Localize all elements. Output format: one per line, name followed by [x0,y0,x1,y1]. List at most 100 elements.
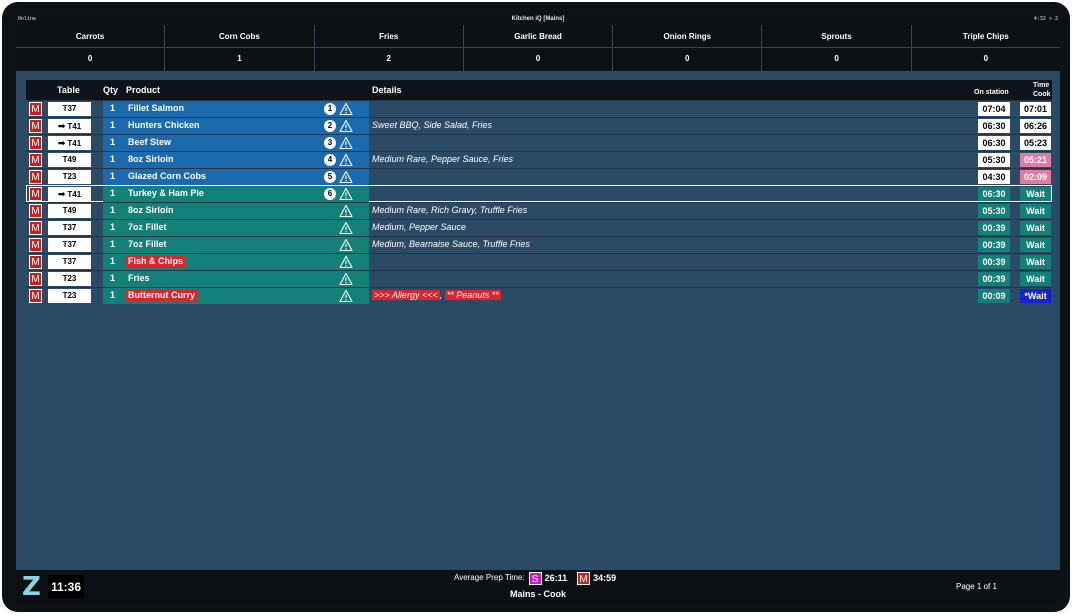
order-row[interactable]: M T37 1 Fish & Chips 00:39 Wait [26,253,1052,270]
warning-icon[interactable] [339,136,353,150]
menu-badge: M [29,255,42,269]
table-number: T37 [48,255,91,269]
quantity: 1 [110,239,116,249]
warning-icon[interactable] [339,102,353,116]
cook-time[interactable]: 05:21 [1020,153,1051,167]
table-label: T37 [62,104,77,113]
on-station-time: 06:30 [978,187,1010,201]
table-number: T49 [48,204,91,218]
s-prep-time: 26:11 [544,573,568,583]
on-station-time: 07:04 [978,102,1010,116]
order-row[interactable]: M ➡ T41 1 Hunters Chicken 2 Sweet BBQ, Side Sa… [26,117,1052,134]
cook-time[interactable]: 06:26 [1020,119,1051,133]
summary-cell[interactable]: Corn Cobs 1 [164,25,314,71]
average-prep-time: Average Prep Time: S 26:11 M 34:59 [454,571,616,585]
order-row[interactable]: M T49 1 8oz Sirloin 4 Medium Rare, Pepper Sau… [26,151,1052,168]
header-cook: Cook [1033,91,1051,98]
table-label: T49 [62,206,77,215]
table-number: ➡ T41 [48,136,91,150]
cook-time[interactable]: Wait [1020,187,1051,201]
on-station-time: 04:30 [978,170,1010,184]
summary-cell[interactable]: Carrots 0 [16,25,165,71]
station-name: Mains - Cook [509,589,566,599]
product-name: 8oz Sirloin [128,154,174,164]
menu-badge: M [29,170,42,184]
top-bar: Online Kitchen iQ [Mains] 4:32 > 2 [16,14,1060,24]
table-label: T41 [67,139,82,148]
warning-icon[interactable] [339,272,353,286]
summary-cell[interactable]: Triple Chips 0 [910,25,1060,71]
cook-time[interactable]: Wait [1020,204,1051,218]
cook-time[interactable]: Wait [1020,238,1051,252]
order-details: Sweet BBQ, Side Salad, Fries [372,120,493,130]
order-row[interactable]: M T37 1 Fillet Salmon 1 07:04 07:01 [26,100,1052,117]
order-details: Medium Rare, Rich Gravy, Truffle Fries [372,205,528,215]
summary-cell[interactable]: Sprouts 0 [761,25,911,71]
summary-product-count: 2 [386,54,391,63]
table-label: T41 [67,190,82,199]
quantity: 1 [110,188,116,198]
sequence-number: 4 [324,154,336,166]
quantity: 1 [110,273,116,283]
on-station-time: 05:30 [978,204,1010,218]
orders-header: Table Qty Product Details On station Tim… [26,80,1052,100]
product-name: Fries [128,273,150,283]
quantity: 1 [110,222,116,232]
on-station-time: 00:39 [978,272,1010,286]
cook-time[interactable]: Wait [1020,221,1051,235]
header-details: Details [372,85,402,95]
transfer-arrow-icon: ➡ [57,138,66,148]
cook-time[interactable]: Wait [1020,272,1051,286]
product-name: Beef Stew [128,137,172,147]
table-label: T23 [62,291,77,300]
table-number: T37 [48,238,91,252]
order-row[interactable]: M ➡ T41 1 Beef Stew 3 06:30 05:23 [26,134,1052,151]
orders-panel: Table Qty Product Details On station Tim… [16,71,1060,570]
warning-icon[interactable] [339,255,353,269]
warning-icon[interactable] [339,289,353,303]
header-time-cook: Time Cook [1022,81,1051,98]
warning-icon[interactable] [339,187,353,201]
warning-icon[interactable] [339,238,353,252]
header-qty: Qty [103,85,119,95]
warning-icon[interactable] [339,119,353,133]
order-row[interactable]: M T49 1 8oz Sirloin Medium Rare, Rich Gravy,… [26,202,1052,219]
avg-prep-label: Average Prep Time: [454,573,525,582]
product-name: 7oz Fillet [128,239,167,249]
summary-product-name: Carrots [16,25,165,48]
cook-time[interactable]: 07:01 [1020,102,1051,116]
order-row[interactable]: M T23 1 Fries 00:39 Wait [26,270,1052,287]
cook-time[interactable]: Wait [1020,255,1051,269]
transfer-arrow-icon: ➡ [57,121,66,131]
summary-cell[interactable]: Garlic Bread 0 [462,25,613,71]
order-row[interactable]: M T23 1 Butternut Curry >>> Allergy <<<, ** … [26,287,1052,304]
summary-product-count: 0 [87,54,93,63]
summary-cell[interactable]: Fries 2 [313,25,463,71]
table-label: T37 [62,240,77,249]
summary-cell[interactable]: Onion Rings 0 [612,25,762,71]
table-label: T41 [67,122,82,131]
warning-icon[interactable] [339,221,353,235]
order-row[interactable]: M ➡ T41 1 Turkey & Ham Pie 6 06:30 Wait [26,185,1052,202]
warning-icon[interactable] [339,204,353,218]
cook-time[interactable]: 02:09 [1020,170,1051,184]
menu-badge: M [29,238,42,252]
sequence-number: 6 [324,188,336,200]
product-name: Turkey & Ham Pie [128,188,204,198]
table-label: T23 [62,274,77,283]
summary-product-name: Triple Chips [911,25,1060,48]
m-prep-time: 34:59 [593,573,617,583]
summary-product-name: Onion Rings [613,25,762,48]
warning-icon[interactable] [339,170,353,184]
allergy-tag: ** Peanuts ** [444,290,501,300]
product-name: Glazed Corn Cobs [128,171,207,181]
summary-product-count: 1 [237,54,242,63]
order-row[interactable]: M T37 1 7oz Fillet Medium, Bearnaise Sauce, … [26,236,1052,253]
order-row[interactable]: M T23 1 Glazed Corn Cobs 5 04:30 02:09 [26,168,1052,185]
allergy-tag: >>> Allergy <<< [372,290,440,300]
header-on-station: On station [974,89,1009,96]
cook-time[interactable]: *Wait [1020,289,1051,303]
order-row[interactable]: M T37 1 7oz Fillet Medium, Pepper Sauce 00:39… [26,219,1052,236]
cook-time[interactable]: 05:23 [1020,136,1051,150]
warning-icon[interactable] [339,153,353,167]
